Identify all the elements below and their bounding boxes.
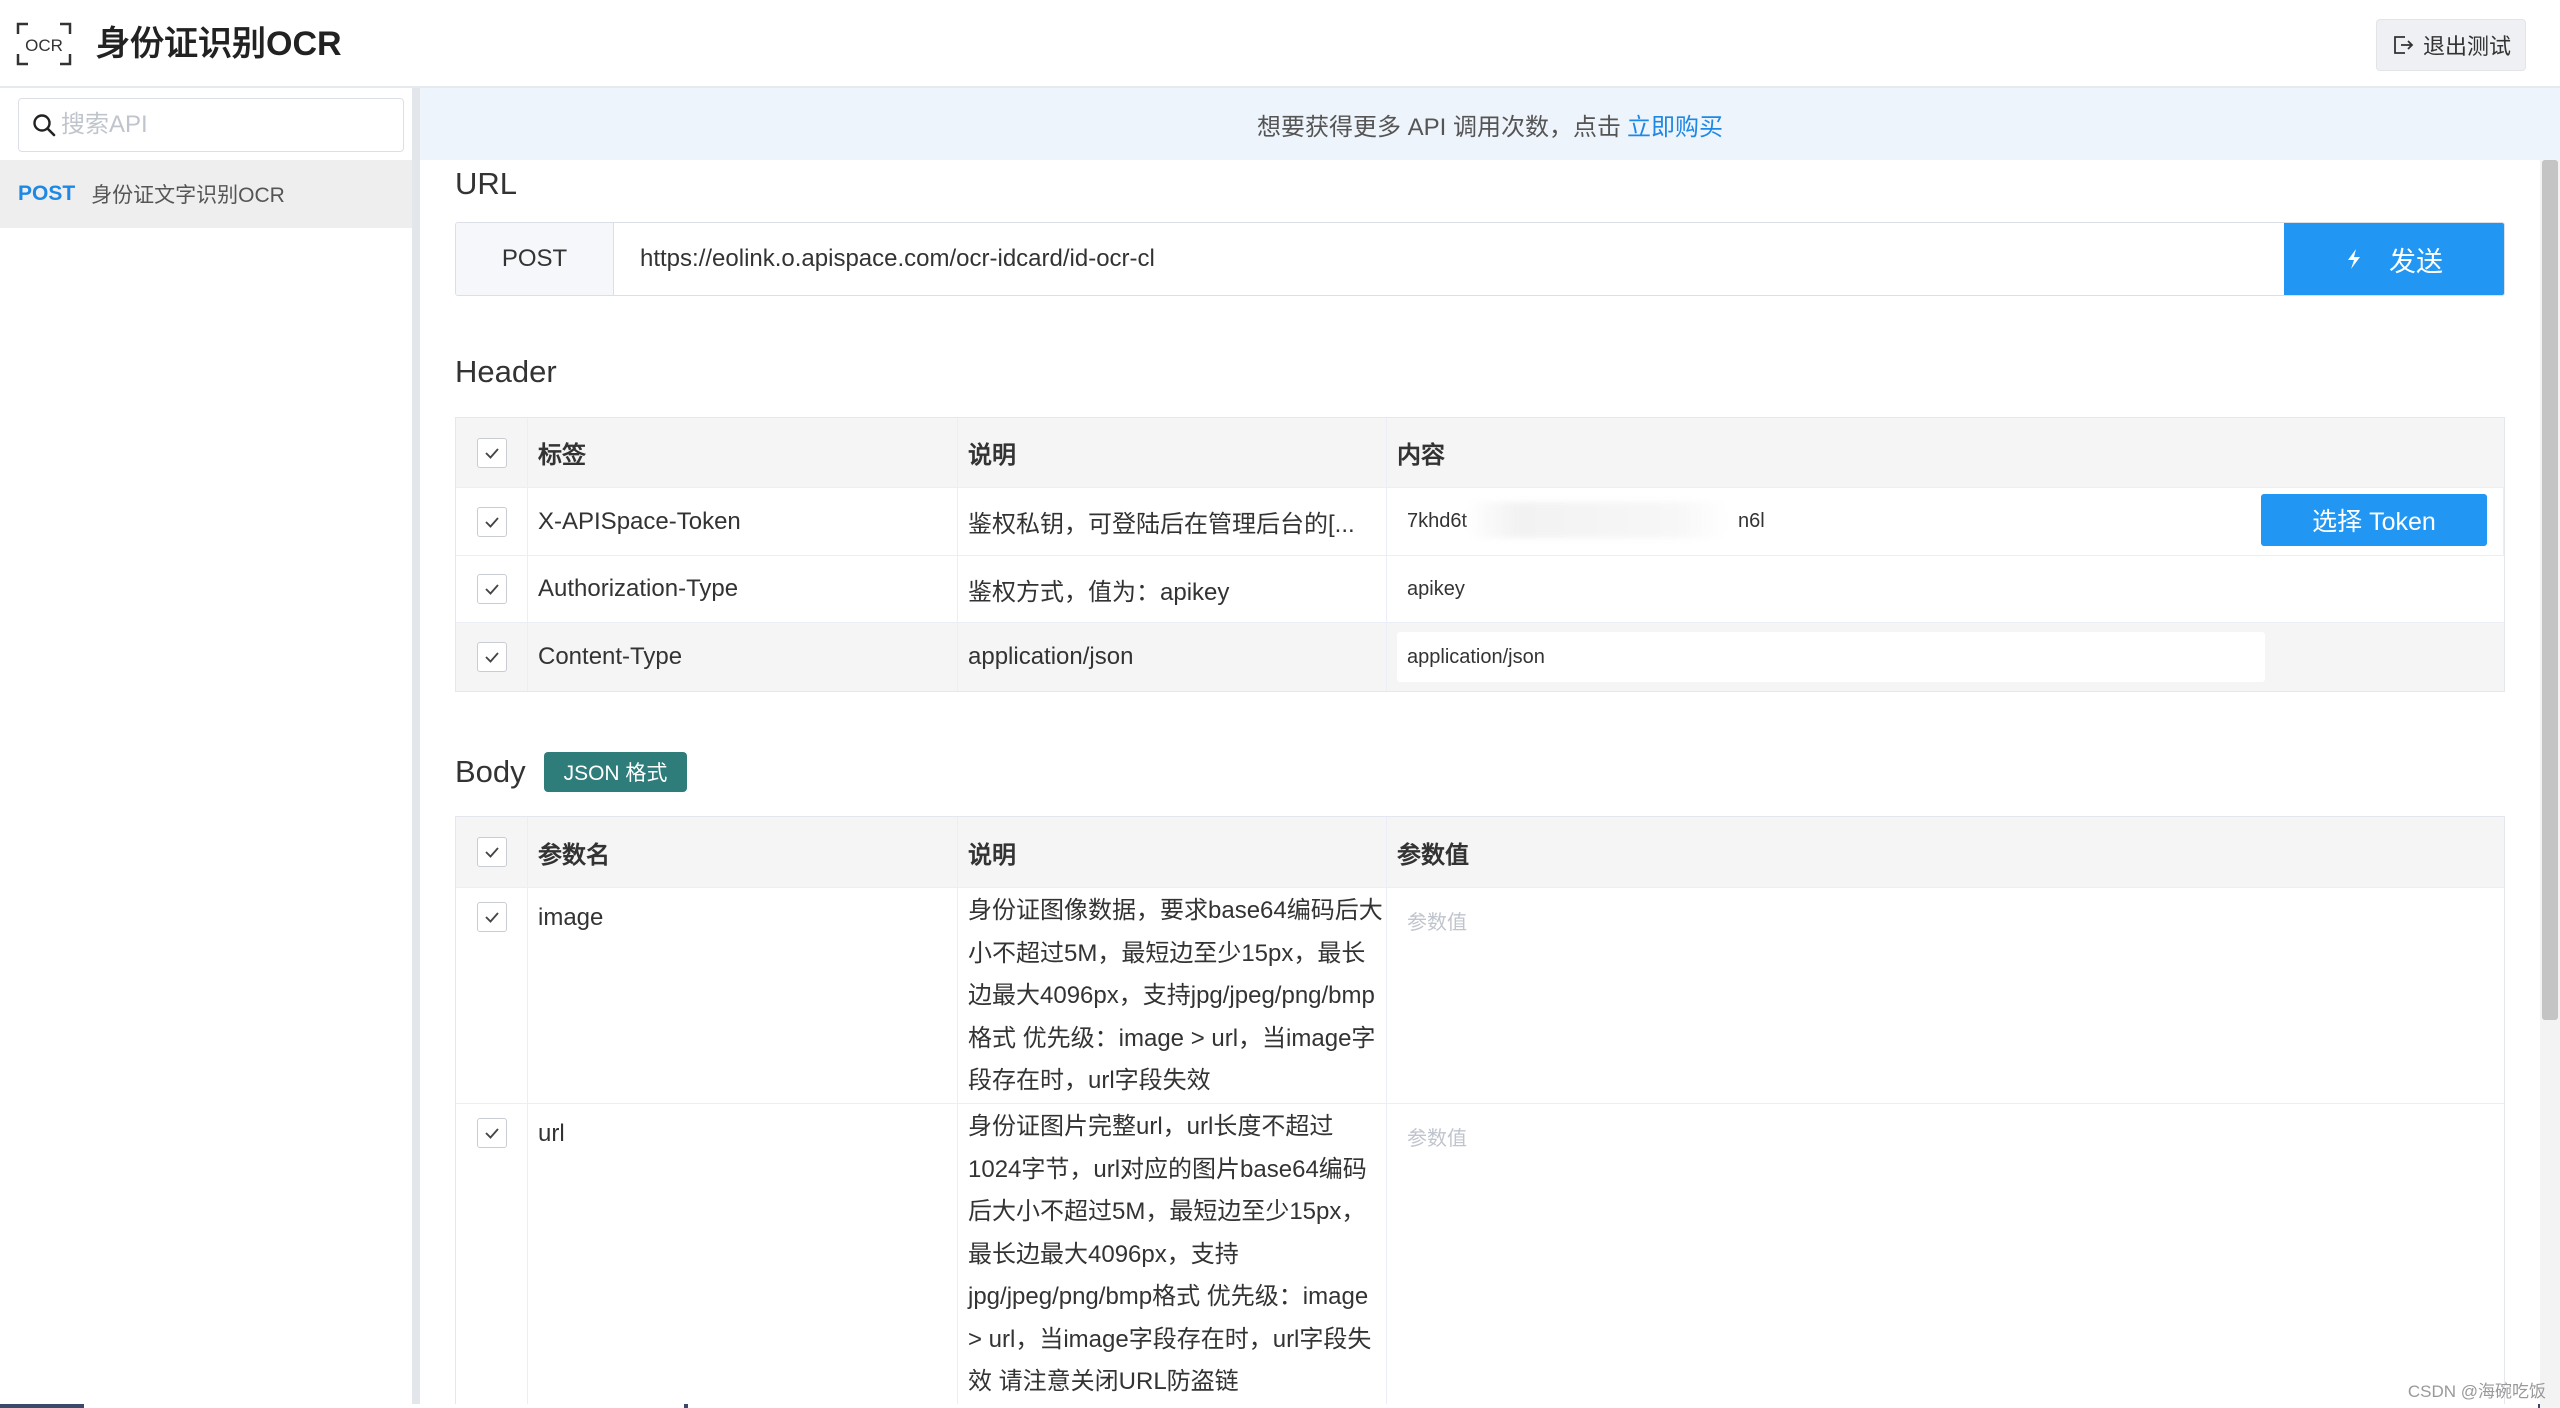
- table-row: image 身份证图像数据，要求base64编码后大小不超过5M，最短边至少15…: [456, 888, 2504, 1104]
- header-value-cell[interactable]: apikey: [1387, 556, 2504, 622]
- sidebar: POST 身份证文字识别OCR: [0, 88, 412, 1408]
- lightning-icon: [2348, 249, 2360, 269]
- body-table: 参数名 说明 参数值 image 身份证图像数据，要求base64编码后大小不超…: [455, 816, 2505, 1408]
- header-section-title: Header: [455, 354, 557, 389]
- row-checkbox[interactable]: [476, 1118, 507, 1148]
- table-header-row: 标签 说明 内容: [456, 418, 2504, 488]
- table-header-row: 参数名 说明 参数值: [456, 817, 2504, 888]
- body-section-title: Body: [455, 754, 526, 789]
- json-format-badge[interactable]: JSON 格式: [544, 752, 687, 792]
- select-all-checkbox[interactable]: [476, 837, 507, 867]
- row-checkbox[interactable]: [476, 506, 507, 537]
- check-icon: [484, 516, 499, 528]
- token-value-end: n6l: [1738, 510, 1765, 532]
- search-icon: [33, 114, 56, 137]
- exit-icon: [2394, 36, 2414, 54]
- url-input[interactable]: https://eolink.o.apispace.com/ocr-idcard…: [614, 223, 2284, 295]
- select-token-button[interactable]: 选择 Token: [2261, 494, 2487, 546]
- header-key: Content-Type: [528, 623, 958, 691]
- header-value: apikey: [1407, 577, 1465, 600]
- table-row: Authorization-Type 鉴权方式，值为：apikey apikey: [456, 556, 2504, 623]
- main-scrollbar-thumb[interactable]: [2542, 160, 2558, 1020]
- row-checkbox[interactable]: [476, 574, 507, 604]
- watermark: CSDN @海碗吃饭: [2407, 1382, 2546, 1401]
- redacted-token-mask: [1466, 502, 1728, 538]
- search-input[interactable]: [61, 111, 391, 139]
- buy-now-link[interactable]: 立即购买: [1627, 107, 1723, 142]
- check-icon: [484, 847, 499, 858]
- row-checkbox[interactable]: [476, 642, 507, 672]
- table-row: Content-Type application/json applicatio…: [456, 623, 2504, 691]
- notice-banner: 想要获得更多 API 调用次数，点击 立即购买: [420, 88, 2560, 160]
- token-value-start: 7khd6t: [1407, 510, 1468, 532]
- notice-text: 想要获得更多 API 调用次数，点击: [1256, 113, 1622, 141]
- app-title: 身份证识别OCR: [96, 25, 342, 63]
- api-name: 身份证文字识别OCR: [91, 184, 285, 207]
- http-method-select[interactable]: POST: [456, 223, 614, 295]
- column-header-param: 参数名: [528, 817, 958, 887]
- exit-test-button[interactable]: 退出测试: [2376, 19, 2526, 71]
- check-icon: [484, 912, 499, 923]
- param-name: image: [528, 888, 958, 1103]
- header-key: Authorization-Type: [528, 556, 958, 622]
- column-header-desc: 说明: [958, 418, 1387, 487]
- select-all-checkbox[interactable]: [476, 437, 507, 468]
- ocr-logo-icon: OCR: [16, 22, 72, 66]
- content-type-input[interactable]: application/json: [1397, 632, 2265, 682]
- table-row: X-APISpace-Token 鉴权私钥，可登陆后在管理后台的[... 7kh…: [456, 488, 2504, 556]
- api-method-badge: POST: [18, 182, 76, 205]
- param-value-input[interactable]: 参数值: [1387, 1104, 2504, 1408]
- url-bar: POST https://eolink.o.apispace.com/ocr-i…: [455, 222, 2505, 296]
- sidebar-resize-handle[interactable]: [412, 88, 420, 1408]
- check-icon: [484, 584, 499, 595]
- search-box: [18, 98, 404, 152]
- check-icon: [484, 1128, 499, 1139]
- check-icon: [484, 652, 499, 663]
- url-section-title: URL: [455, 166, 518, 201]
- logo-text: OCR: [25, 36, 63, 55]
- column-header-param-value: 参数值: [1397, 841, 1469, 869]
- column-header-value: 内容: [1397, 442, 1445, 469]
- header-desc: application/json: [958, 623, 1387, 691]
- check-icon: [484, 447, 499, 459]
- column-header-label: 标签: [528, 418, 958, 487]
- param-desc: 身份证图片完整url，url长度不超过1024字节，url对应的图片base64…: [958, 1104, 1387, 1408]
- sidebar-item-id-ocr[interactable]: POST 身份证文字识别OCR: [0, 160, 412, 228]
- column-header-desc: 说明: [958, 817, 1387, 887]
- top-bar: OCR 身份证识别OCR 退出测试: [0, 0, 2560, 88]
- param-value-input[interactable]: 参数值: [1387, 888, 2504, 1103]
- param-value-placeholder: 参数值: [1407, 1128, 1467, 1150]
- taskbar-edge: [0, 1404, 2540, 1408]
- send-label: 发送: [2389, 246, 2443, 277]
- exit-test-label: 退出测试: [2422, 34, 2511, 59]
- header-desc: 鉴权方式，值为：apikey: [958, 556, 1387, 622]
- header-table: 标签 说明 内容 X-APISpace-Token 鉴权私钥，可登陆后在管理后台…: [455, 417, 2505, 692]
- row-checkbox[interactable]: [476, 902, 507, 932]
- send-button[interactable]: 发送: [2284, 223, 2504, 295]
- param-desc: 身份证图像数据，要求base64编码后大小不超过5M，最短边至少15px，最长边…: [958, 888, 1387, 1103]
- param-value-placeholder: 参数值: [1407, 912, 1467, 934]
- header-desc: 鉴权私钥，可登陆后在管理后台的[...: [958, 488, 1387, 555]
- table-row: url 身份证图片完整url，url长度不超过1024字节，url对应的图片ba…: [456, 1104, 2504, 1408]
- header-key: X-APISpace-Token: [528, 488, 958, 555]
- param-name: url: [528, 1104, 958, 1408]
